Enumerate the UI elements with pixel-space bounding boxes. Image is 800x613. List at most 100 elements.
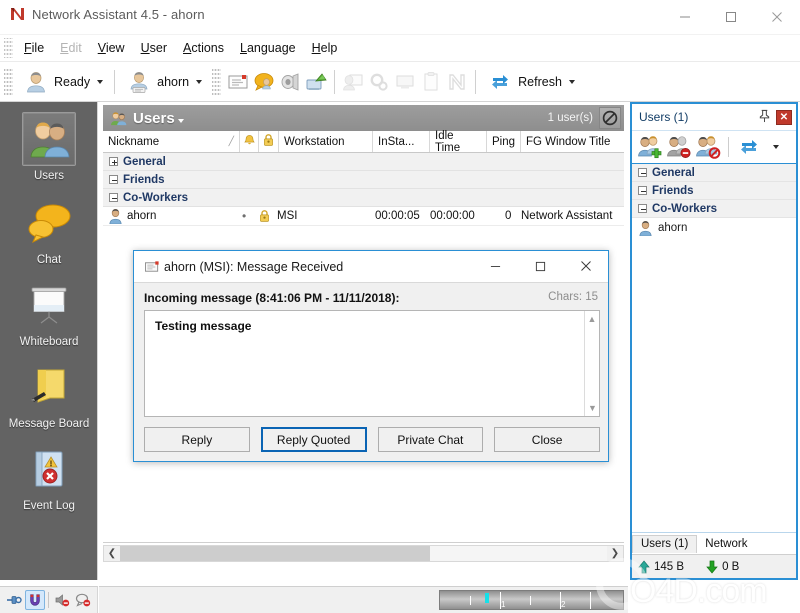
expand-toggle-icon[interactable]	[109, 157, 118, 166]
reply-button[interactable]: Reply	[144, 427, 250, 452]
toolbar-separator-3	[475, 69, 477, 94]
app-logo-icon	[9, 6, 26, 23]
sidebar-item-event-log[interactable]: Event Log	[0, 430, 98, 512]
clipboard-icon	[418, 69, 444, 95]
dialog-vertical-scrollbar[interactable]: ▲ ▼	[584, 311, 599, 416]
column-header-ping[interactable]: Ping	[487, 131, 521, 152]
scroll-left-icon[interactable]: ❮	[104, 546, 120, 561]
cell-fg-window-title: Network Assistant	[521, 210, 613, 222]
close-icon[interactable]: ✕	[776, 109, 792, 125]
menu-item-user[interactable]: User	[133, 38, 175, 58]
users-group-icon	[109, 109, 127, 127]
close-icon[interactable]	[563, 251, 608, 282]
close-icon[interactable]	[754, 0, 800, 33]
scroll-right-icon[interactable]: ❯	[607, 546, 623, 561]
title-bar-left: Network Assistant 4.5 - ahorn	[9, 6, 205, 23]
tool-strip-separator	[48, 592, 49, 608]
maximize-icon[interactable]	[518, 251, 563, 282]
menu-item-actions[interactable]: Actions	[175, 38, 232, 58]
column-header-nickname[interactable]: Nickname ╱	[103, 131, 240, 152]
group-row-co-workers[interactable]: Co-Workers	[632, 200, 796, 218]
message-text-area[interactable]: Testing message ▲ ▼	[144, 310, 600, 417]
send-message-icon[interactable]	[225, 69, 251, 95]
dialog-title: ahorn (MSI): Message Received	[164, 259, 344, 274]
mute-chat-icon[interactable]	[73, 590, 93, 610]
no-entry-icon[interactable]	[599, 107, 621, 129]
bottom-status-bar: 1 2	[99, 586, 628, 613]
toolbar-grip-handle[interactable]	[4, 68, 13, 95]
sidebar-item-chat[interactable]: Chat	[0, 182, 98, 266]
close-button[interactable]: Close	[494, 427, 600, 452]
current-user-dropdown-button[interactable]: ahorn	[120, 65, 208, 99]
chat-icon	[22, 196, 76, 250]
right-panel-tabs: Users (1) Network	[632, 532, 796, 553]
private-chat-button[interactable]: Private Chat	[377, 427, 484, 452]
magnet-icon[interactable]	[25, 590, 45, 610]
mute-sound-icon[interactable]	[52, 590, 72, 610]
scrollbar-thumb[interactable]	[120, 546, 430, 561]
group-row-friends[interactable]: Friends	[632, 182, 796, 200]
maximize-icon[interactable]	[708, 0, 754, 33]
sidebar-item-users[interactable]: Users	[0, 102, 98, 182]
chevron-down-icon[interactable]: ▼	[585, 400, 600, 416]
collapse-toggle-icon[interactable]	[109, 193, 118, 202]
menu-item-file[interactable]: File	[16, 38, 52, 58]
column-header-idle-time[interactable]: Idle Time	[430, 130, 487, 154]
group-row-general[interactable]: General	[103, 153, 624, 171]
group-label: General	[652, 166, 695, 179]
menu-item-help[interactable]: Help	[304, 38, 346, 58]
message-body: Testing message	[155, 319, 252, 333]
chevron-down-icon[interactable]	[177, 119, 184, 123]
group-row-general[interactable]: General	[632, 164, 796, 182]
column-header-fg-window-title[interactable]: FG Window Title	[521, 131, 622, 152]
send-file-icon[interactable]	[303, 69, 329, 95]
cell-bell: •	[242, 209, 247, 223]
table-row[interactable]: ahorn • MSI 00:00:05 00:00:00 0 Network …	[103, 207, 624, 226]
sidebar-item-message-board[interactable]: Message Board	[0, 348, 98, 430]
window-title: Network Assistant 4.5 - ahorn	[32, 7, 205, 22]
chevron-up-icon[interactable]: ▲	[585, 311, 599, 327]
cell-ping: 0	[505, 210, 512, 222]
column-header-workstation[interactable]: Workstation	[279, 131, 373, 152]
collapse-toggle-icon[interactable]	[638, 168, 647, 177]
menu-item-view[interactable]: View	[90, 38, 133, 58]
status-dropdown-button[interactable]: Ready	[17, 65, 109, 99]
add-user-icon[interactable]	[637, 134, 663, 160]
dropdown-caret-icon[interactable]	[773, 145, 779, 149]
remove-user-icon[interactable]	[666, 134, 692, 160]
collapse-toggle-icon[interactable]	[638, 204, 647, 213]
horizontal-scrollbar[interactable]: ❮ ❯	[103, 545, 624, 562]
column-header-lock[interactable]	[259, 131, 279, 152]
tab-users[interactable]: Users (1)	[632, 535, 698, 553]
toolbar-grip-handle-2[interactable]	[212, 68, 222, 95]
group-row-friends[interactable]: Friends	[103, 171, 624, 189]
minimize-icon[interactable]	[473, 251, 518, 282]
column-header-bell[interactable]	[240, 131, 259, 152]
refresh-button[interactable]: Refresh	[481, 65, 581, 99]
menu-grip-handle[interactable]	[4, 38, 13, 58]
bell-icon	[243, 134, 256, 150]
message-board-icon	[22, 360, 76, 414]
menu-item-language[interactable]: Language	[232, 38, 304, 58]
right-panel-title: Users (1)	[639, 110, 689, 124]
sidebar-item-whiteboard[interactable]: Whiteboard	[0, 266, 98, 348]
column-header-instance-time[interactable]: InSta...	[373, 131, 430, 152]
collapse-toggle-icon[interactable]	[638, 186, 647, 195]
connect-plug-icon[interactable]	[4, 590, 24, 610]
minimize-icon[interactable]	[662, 0, 708, 33]
tab-network[interactable]: Network	[697, 536, 755, 553]
reply-quoted-button[interactable]: Reply Quoted	[260, 427, 367, 452]
sound-alert-icon[interactable]	[277, 69, 303, 95]
scrollbar-track[interactable]	[120, 546, 607, 561]
network-assistant-icon	[444, 69, 470, 95]
refresh-icon[interactable]	[736, 134, 762, 160]
collapse-toggle-icon[interactable]	[109, 175, 118, 184]
menu-bar: File Edit View User Actions Language Hel…	[0, 35, 800, 62]
pin-icon[interactable]	[758, 109, 771, 126]
group-label: Friends	[652, 184, 694, 197]
users-icon	[22, 112, 76, 166]
block-user-icon[interactable]	[695, 134, 721, 160]
chat-bubble-icon[interactable]	[251, 69, 277, 95]
list-item[interactable]: ahorn	[632, 218, 796, 237]
group-row-co-workers[interactable]: Co-Workers	[103, 189, 624, 207]
